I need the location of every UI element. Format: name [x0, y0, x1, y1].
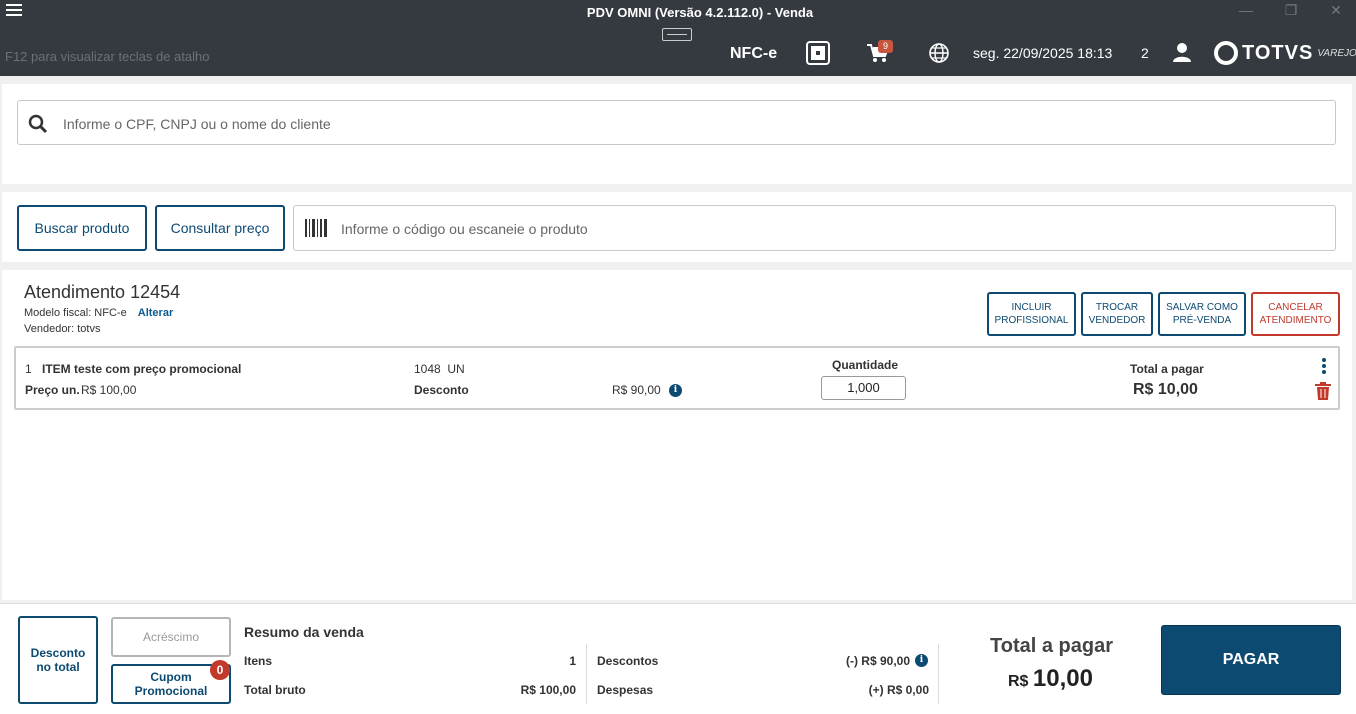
summary-discounts-label: Descontos	[597, 654, 659, 668]
unit-price-value: R$ 100,00	[81, 383, 137, 397]
summary-items-label: Itens	[244, 654, 273, 668]
quantity-input[interactable]: 1,000	[821, 376, 906, 400]
search-icon	[28, 114, 48, 134]
summary-divider	[586, 644, 587, 704]
fiscal-mode-label[interactable]: NFC-e	[730, 45, 777, 63]
search-product-button[interactable]: Buscar produto	[17, 205, 147, 251]
user-count: 2	[1141, 45, 1149, 61]
discount-total-l2: no total	[36, 660, 80, 674]
change-seller-l2: VENDEDOR	[1088, 315, 1146, 326]
save-pre-sale-l1: SALVAR COMO	[1166, 302, 1238, 313]
product-code-input[interactable]: Informe o código ou escaneie o produto	[293, 205, 1336, 251]
product-code-placeholder: Informe o código ou escaneie o produto	[341, 221, 588, 237]
include-professional-button[interactable]: INCLUIR PROFISSIONAL	[987, 292, 1076, 336]
cancel-attendance-l2: ATENDIMENTO	[1259, 315, 1332, 326]
cancel-attendance-button[interactable]: CANCELAR ATENDIMENTO	[1251, 292, 1340, 336]
promo-coupon-badge: 0	[210, 660, 230, 680]
product-panel: Buscar produto Consultar preço Informe o…	[2, 192, 1352, 262]
discount-total-l1: Desconto	[30, 646, 86, 660]
check-price-button[interactable]: Consultar preço	[155, 205, 285, 251]
footer-total-currency: R$	[1008, 673, 1029, 690]
maximize-icon[interactable]: ❐	[1281, 2, 1301, 19]
unit-price-label: Preço un.	[25, 383, 80, 397]
quantity-label: Quantidade	[832, 358, 899, 372]
change-seller-l1: TROCAR	[1095, 302, 1139, 313]
change-seller-button[interactable]: TROCAR VENDEDOR	[1081, 292, 1153, 336]
pay-button[interactable]: PAGAR	[1161, 625, 1341, 695]
minimize-icon[interactable]: —	[1236, 2, 1256, 18]
summary-items-value: 1	[569, 654, 576, 668]
datetime: seg. 22/09/2025 18:13	[973, 45, 1113, 61]
include-professional-l1: INCLUIR	[1011, 302, 1052, 313]
footer-total-amount: 10,00	[1032, 665, 1093, 692]
fiscal-model-label: Modelo fiscal: NFC-e Alterar	[24, 307, 173, 319]
cancel-attendance-l1: CANCELAR	[1268, 302, 1323, 313]
trash-icon[interactable]	[1315, 382, 1331, 400]
close-icon[interactable]: ✕	[1326, 2, 1346, 19]
totvs-logo-icon	[1214, 41, 1238, 65]
item-total-label: Total a pagar	[1130, 362, 1204, 376]
qrcode-icon[interactable]	[806, 41, 830, 65]
item-name: ITEM teste com preço promocional	[42, 362, 242, 376]
footer-total-label: Total a pagar	[990, 635, 1113, 657]
barcode-icon	[305, 219, 327, 237]
total-divider	[938, 644, 939, 704]
summary-gross-value: R$ 100,00	[520, 683, 576, 697]
discount-total-button[interactable]: Desconto no total	[18, 616, 98, 704]
summary-discounts-value: (-) R$ 90,00	[845, 654, 910, 668]
item-code-unit: 1048 UN	[414, 362, 465, 376]
discount-label: Desconto	[414, 383, 469, 397]
window-title: PDV OMNI (Versão 4.2.112.0) - Venda	[586, 5, 814, 20]
more-options-icon[interactable]	[1322, 358, 1328, 376]
keyboard-icon[interactable]	[662, 28, 692, 41]
summary-gross-label: Total bruto	[244, 683, 306, 697]
summary-title: Resumo da venda	[244, 624, 364, 640]
summary-expenses-value: (+) R$ 0,00	[868, 683, 929, 697]
cart-badge: 9	[878, 40, 893, 53]
attendance-title: Atendimento 12454	[24, 282, 181, 302]
fiscal-model-text: Modelo fiscal: NFC-e	[24, 307, 127, 319]
brand-name: TOTVS	[1242, 41, 1314, 64]
include-professional-l2: PROFISSIONAL	[994, 315, 1069, 326]
discounts-info-icon[interactable]: i	[915, 654, 928, 667]
user-icon[interactable]	[1172, 42, 1192, 62]
client-search-input[interactable]: Informe o CPF, CNPJ ou o nome do cliente	[17, 100, 1336, 145]
sale-footer: Desconto no total Acréscimo Cupom Promoci…	[0, 603, 1356, 714]
client-search-placeholder: Informe o CPF, CNPJ ou o nome do cliente	[63, 116, 331, 132]
save-pre-sale-button[interactable]: SALVAR COMO PRÉ-VENDA	[1158, 292, 1246, 336]
client-panel: Informe o CPF, CNPJ ou o nome do cliente	[2, 84, 1352, 184]
summary-expenses-label: Despesas	[597, 683, 654, 697]
discount-info-icon[interactable]: i	[669, 384, 682, 397]
brand-sub: VAREJO	[1317, 47, 1356, 59]
app-header: PDV OMNI (Versão 4.2.112.0) - Venda — ❐ …	[0, 0, 1356, 76]
change-fiscal-model-link[interactable]: Alterar	[138, 307, 173, 319]
surcharge-button[interactable]: Acréscimo	[111, 617, 231, 657]
item-total-value: R$ 10,00	[1133, 381, 1198, 398]
cart-item-row[interactable]: 1 ITEM teste com preço promocional Preço…	[14, 346, 1340, 410]
attendance-panel: Atendimento 12454 Modelo fiscal: NFC-e A…	[2, 270, 1352, 600]
footer-total-value: R$ 10,00	[1008, 665, 1093, 693]
globe-icon[interactable]	[929, 43, 949, 63]
discount-value: R$ 90,00	[612, 383, 661, 397]
brand-logo: TOTVS VAREJO	[1214, 40, 1356, 66]
seller-label: Vendedor: totvs	[24, 323, 101, 335]
save-pre-sale-l2: PRÉ-VENDA	[1172, 315, 1232, 326]
shortcut-hint: F12 para visualizar teclas de atalho	[5, 49, 210, 64]
item-index: 1	[25, 362, 32, 376]
